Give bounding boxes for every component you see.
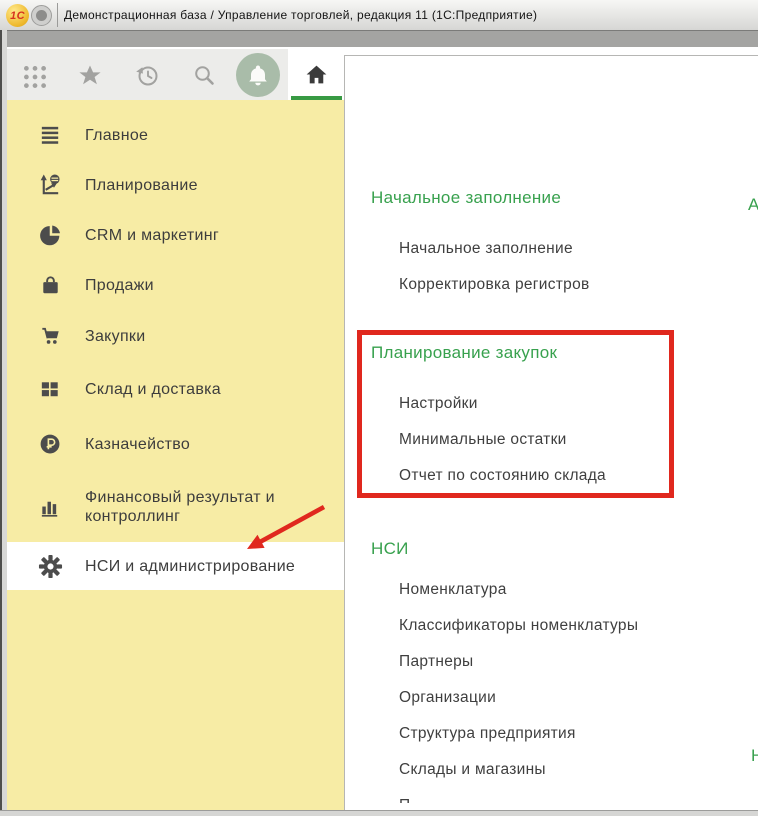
search-icon[interactable] [192, 63, 216, 87]
section-title: НСИ [371, 539, 638, 559]
favorites-star-icon[interactable] [77, 63, 103, 89]
bar-chart-icon [37, 495, 63, 520]
notifications-button[interactable] [236, 53, 280, 97]
title-bar: 1С Демонстрационная база / Управление то… [0, 0, 758, 31]
sidebar-item-zakupki[interactable]: Закупки [7, 310, 345, 362]
menu-item[interactable]: Склады и магазины [371, 752, 638, 788]
shopping-cart-icon [37, 324, 63, 349]
sidebar-item-crm[interactable]: CRM и маркетинг [7, 210, 345, 260]
shopping-bag-icon [37, 273, 63, 298]
quick-toolbar [7, 49, 288, 100]
warehouse-icon [37, 377, 63, 402]
functions-menu-panel: Начальное заполнение Начальное заполнени… [344, 55, 758, 810]
sidebar-item-label: Продажи [85, 276, 154, 295]
menu-item[interactable]: Настройки [371, 386, 606, 422]
app-window: 1С Демонстрационная база / Управление то… [0, 0, 758, 816]
section-title: Планирование закупок [371, 343, 606, 363]
menu-item[interactable]: Структура предприятия [371, 716, 638, 752]
menu-item[interactable]: Номенклатура [371, 572, 638, 608]
home-icon [304, 62, 329, 87]
sidebar-item-prodazhi[interactable]: Продажи [7, 260, 345, 310]
sidebar-item-label: Казначейство [85, 435, 190, 454]
bell-icon [245, 62, 271, 88]
menu-item[interactable]: Партнеры [371, 644, 638, 680]
section-nachalnoe-zapolnenie: Начальное заполнение Начальное заполнени… [371, 188, 590, 303]
window-bottom-edge [0, 810, 758, 816]
partial-section-title-right: Н [751, 746, 758, 766]
sidebar-item-finrezultat[interactable]: Финансовый результат и контроллинг [7, 472, 345, 542]
partial-section-title-right: А [748, 195, 758, 215]
sidebar-item-sklad[interactable]: Склад и доставка [7, 362, 345, 416]
menu-item[interactable]: Организации [371, 680, 638, 716]
ruble-coin-icon [37, 432, 63, 457]
menu-item[interactable]: Классификаторы номенклатуры [371, 608, 638, 644]
section-nsi: НСИ Номенклатура Классификаторы номенкла… [371, 539, 638, 803]
menu-item[interactable]: Начальное заполнение [371, 231, 590, 267]
sidebar-item-planirovanie[interactable]: Планирование [7, 160, 345, 210]
menu-item[interactable]: Корректировка регистров [371, 267, 590, 303]
sidebar-item-glavnoe[interactable]: Главное [7, 110, 345, 160]
sidebar-item-label: Финансовый результат и контроллинг [85, 488, 317, 526]
menu-lines-icon [37, 123, 63, 148]
gear-icon [37, 554, 63, 579]
section-title: Начальное заполнение [371, 188, 590, 208]
sidebar-item-label: Главное [85, 126, 148, 145]
sidebar-item-label: Склад и доставка [85, 380, 221, 399]
sidebar-item-label: НСИ и администрирование [85, 557, 295, 576]
titlebar-divider [57, 3, 58, 27]
main-menu-grid-icon[interactable] [21, 63, 49, 91]
sidebar-item-label: Закупки [85, 327, 145, 346]
pie-chart-icon [37, 223, 63, 248]
sidebar-item-nsi-administrirovanie[interactable]: НСИ и администрирование [7, 542, 345, 590]
planning-chart-icon [37, 173, 63, 198]
functions-menu-content: Начальное заполнение Начальное заполнени… [345, 56, 758, 803]
menu-item-clipped[interactable]: П [371, 788, 638, 803]
menu-item[interactable]: Отчет по состоянию склада [371, 458, 606, 494]
1c-logo-icon: 1С [6, 4, 29, 27]
menu-item[interactable]: Минимальные остатки [371, 422, 606, 458]
sections-panel: Главное Планирование [7, 100, 345, 810]
window-chrome-strip [0, 31, 758, 47]
window-title: Демонстрационная база / Управление торго… [64, 0, 537, 30]
service-badge-icon [31, 5, 52, 26]
sidebar-item-label: CRM и маркетинг [85, 226, 219, 245]
section-planirovanie-zakupok: Планирование закупок Настройки Минимальн… [371, 343, 606, 494]
sidebar-item-kaznacheystvo[interactable]: Казначейство [7, 416, 345, 472]
history-clock-icon[interactable] [134, 62, 161, 89]
sidebar-item-label: Планирование [85, 176, 198, 195]
tab-home[interactable] [288, 49, 345, 100]
